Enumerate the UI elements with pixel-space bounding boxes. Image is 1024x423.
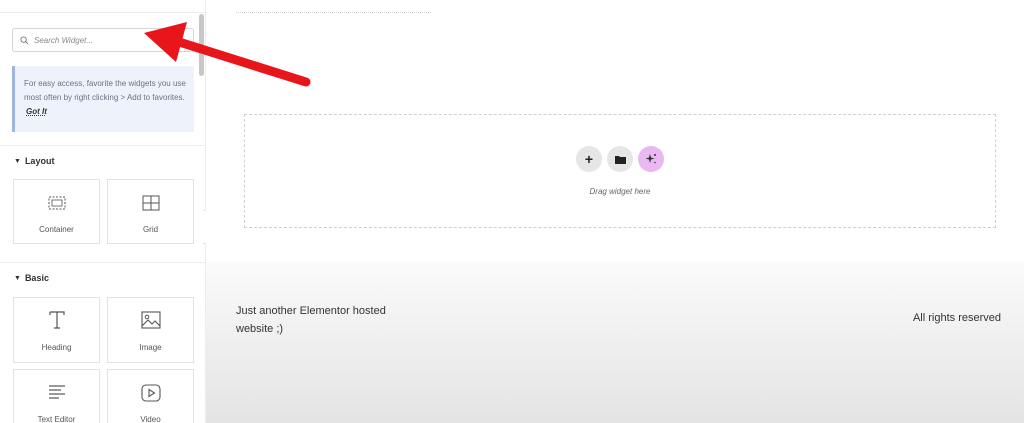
heading-icon [14,310,99,330]
ai-generate-button[interactable] [638,146,664,172]
container-icon [14,196,99,210]
widget-grid[interactable]: Grid [107,179,194,244]
ai-sparkle-icon [645,154,656,164]
add-section-button[interactable]: + [576,146,602,172]
widget-text-editor-label: Text Editor [37,415,76,423]
dropzone-hint: Drag widget here [589,187,651,196]
panel-top-divider [0,0,205,13]
folder-icon [614,155,626,164]
search-icon [20,35,29,44]
widget-video[interactable]: Video [107,369,194,423]
header-section-outline [236,12,431,14]
widget-image[interactable]: Image [107,297,194,363]
widget-heading-label: Heading [41,343,72,352]
favorites-tip-text: For easy access, favorite the widgets yo… [24,79,186,102]
text-editor-icon [14,384,99,400]
widget-container-label: Container [39,225,74,234]
footer-copyright: All rights reserved [912,312,1001,324]
widget-heading[interactable]: Heading [13,297,100,363]
grid-icon [108,195,193,211]
section-layout-toggle[interactable]: ▼ Layout [14,156,54,166]
section-basic-toggle[interactable]: ▼ Basic [14,273,49,283]
dropzone-actions: + [576,146,664,172]
widget-panel: For easy access, favorite the widgets yo… [0,0,206,423]
video-icon [108,384,193,402]
got-it-link[interactable]: Got It [26,107,47,116]
template-library-button[interactable] [607,146,633,172]
site-footer: Just another Elementor hosted website ;)… [206,262,1024,423]
section-basic-title: Basic [24,273,49,283]
section-layout-title: Layout [24,156,55,166]
widget-container[interactable]: Container [13,179,100,244]
footer-tagline: Just another Elementor hosted website ;) [236,305,386,335]
add-icon: + [584,151,594,167]
section-divider [0,262,205,263]
caret-down-icon: ▼ [14,157,21,165]
image-icon [108,311,193,329]
page-canvas: + Drag widget here Just another Elemento… [206,0,1024,423]
widget-text-editor[interactable]: Text Editor [13,369,100,423]
favorites-tip: For easy access, favorite the widgets yo… [12,66,194,132]
section-divider [0,145,205,146]
widget-image-label: Image [139,343,162,352]
search-widget-field[interactable] [12,28,194,52]
editor-window: For easy access, favorite the widgets yo… [0,0,1024,423]
caret-down-icon: ▼ [14,274,21,282]
widget-video-label: Video [140,415,161,423]
panel-scrollbar[interactable] [199,14,204,76]
search-widget-input[interactable] [34,35,184,45]
widget-grid-label: Grid [142,225,159,234]
widget-dropzone[interactable]: + Drag widget here [244,114,996,228]
